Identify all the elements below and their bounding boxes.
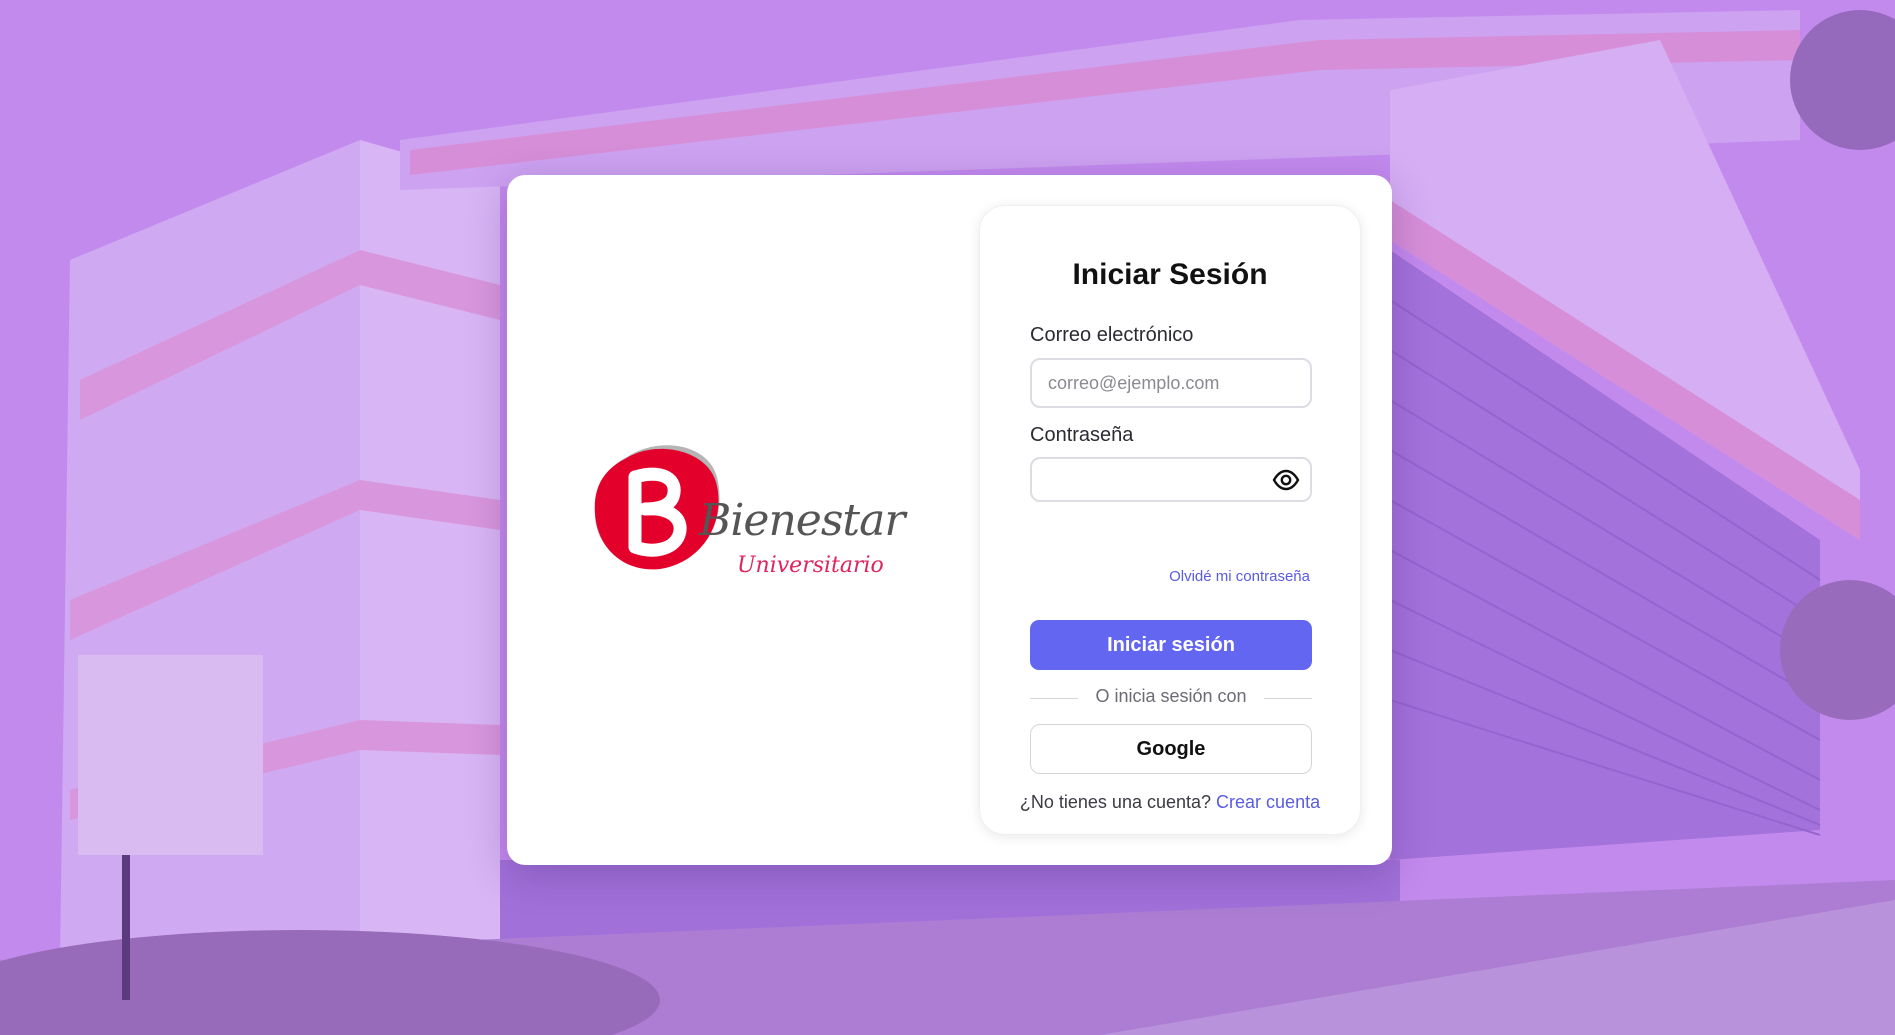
eye-icon[interactable] bbox=[1272, 468, 1300, 492]
signup-row: ¿No tienes una cuenta? Crear cuenta bbox=[980, 792, 1360, 813]
email-input[interactable] bbox=[1048, 360, 1278, 406]
social-divider: O inicia sesión con bbox=[1030, 686, 1312, 710]
logo-sub-lettering: Universitario bbox=[737, 553, 884, 578]
create-account-link[interactable]: Crear cuenta bbox=[1216, 792, 1320, 812]
password-input[interactable] bbox=[1048, 459, 1278, 500]
divider-text: O inicia sesión con bbox=[1095, 686, 1247, 706]
google-login-button[interactable]: Google bbox=[1030, 724, 1312, 774]
login-card: Bienestar Universitario Iniciar Sesión C… bbox=[507, 175, 1392, 865]
logo-lettering: Bienestar bbox=[699, 495, 905, 546]
forgot-password-link[interactable]: Olvidé mi contraseña bbox=[1169, 568, 1310, 585]
bienestar-logo: Bienestar Universitario bbox=[587, 437, 905, 607]
login-submit-button[interactable]: Iniciar sesión bbox=[1030, 620, 1312, 670]
email-field-box bbox=[1030, 358, 1312, 408]
form-title: Iniciar Sesión bbox=[1072, 258, 1268, 291]
login-form-panel: Iniciar Sesión Correo electrónico Contra… bbox=[979, 205, 1361, 835]
signup-prompt: ¿No tienes una cuenta? bbox=[1019, 792, 1217, 812]
password-field-box bbox=[1030, 457, 1312, 502]
password-label: Contraseña bbox=[1030, 424, 1134, 446]
divider-line-right bbox=[1264, 698, 1312, 699]
email-label: Correo electrónico bbox=[1030, 324, 1194, 346]
